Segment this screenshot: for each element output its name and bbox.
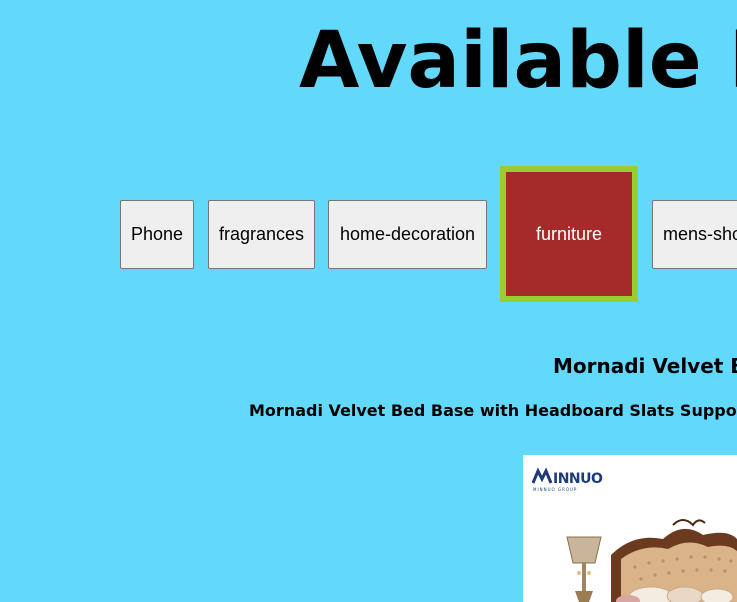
category-button-mens-shoes[interactable]: mens-sho bbox=[652, 200, 737, 269]
svg-text:INNUO: INNUO bbox=[553, 471, 603, 487]
category-button-home-decoration[interactable]: home-decoration bbox=[328, 200, 487, 269]
category-button-furniture[interactable]: furniture bbox=[500, 166, 638, 302]
page: Available P Phone fragrances home-decora… bbox=[0, 0, 737, 602]
product-description: Mornadi Velvet Bed Base with Headboard S… bbox=[249, 401, 737, 420]
svg-text:MINNUO GROUP: MINNUO GROUP bbox=[533, 487, 577, 492]
product-name: Mornadi Velvet B bbox=[553, 354, 737, 378]
category-button-fragrances[interactable]: fragrances bbox=[208, 200, 315, 269]
brand-logo: INNUO MINNUO GROUP bbox=[531, 467, 604, 492]
product-image: INNUO MINNUO GROUP bbox=[523, 455, 737, 602]
category-button-phone[interactable]: Phone bbox=[120, 200, 194, 269]
lamp bbox=[566, 536, 602, 602]
bed-illustration: INNUO MINNUO GROUP bbox=[531, 467, 737, 602]
page-title: Available P bbox=[299, 16, 737, 106]
